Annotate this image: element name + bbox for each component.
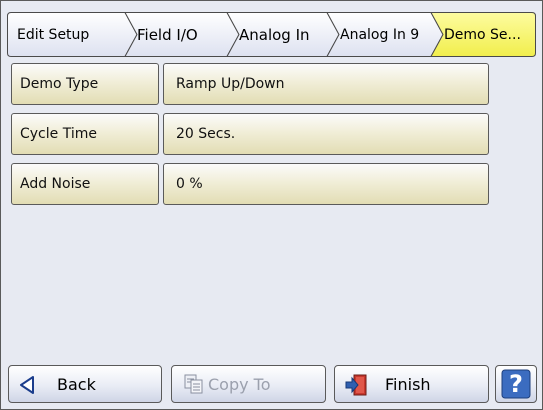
setting-row-add-noise: Add Noise 0 % [11, 163, 489, 205]
screen: Edit Setup Field I/O Analog In Analog In… [0, 0, 543, 410]
setting-row-demo-type: Demo Type Ramp Up/Down [11, 63, 489, 105]
setting-row-cycle-time: Cycle Time 20 Secs. [11, 113, 489, 155]
help-button[interactable]: ? [495, 365, 537, 403]
crumb-edit-setup[interactable]: Edit Setup [17, 12, 125, 57]
cycle-time-field[interactable]: 20 Secs. [163, 113, 489, 155]
crumb-field-io[interactable]: Field I/O [137, 12, 229, 57]
copy-icon [184, 374, 203, 394]
demo-type-field[interactable]: Ramp Up/Down [163, 63, 489, 105]
crumb-analog-in-9[interactable]: Analog In 9 [340, 12, 432, 57]
back-arrow-icon [20, 376, 34, 394]
copy-to-button[interactable]: Copy To [171, 365, 326, 403]
setting-label: Cycle Time [11, 113, 159, 155]
crumb-analog-in[interactable]: Analog In [239, 12, 329, 57]
crumb-demo-setup[interactable]: Demo Se... [444, 12, 534, 57]
back-label: Back [57, 374, 96, 394]
setting-label: Add Noise [11, 163, 159, 205]
help-glyph: ? [509, 370, 523, 398]
setting-label: Demo Type [11, 63, 159, 105]
finish-button[interactable]: Finish [334, 365, 489, 403]
copy-label: Copy To [208, 374, 271, 394]
breadcrumb: Edit Setup Field I/O Analog In Analog In… [7, 12, 536, 57]
back-button[interactable]: Back [8, 365, 162, 403]
exit-door-icon [345, 374, 367, 396]
add-noise-field[interactable]: 0 % [163, 163, 489, 205]
finish-label: Finish [385, 374, 431, 394]
